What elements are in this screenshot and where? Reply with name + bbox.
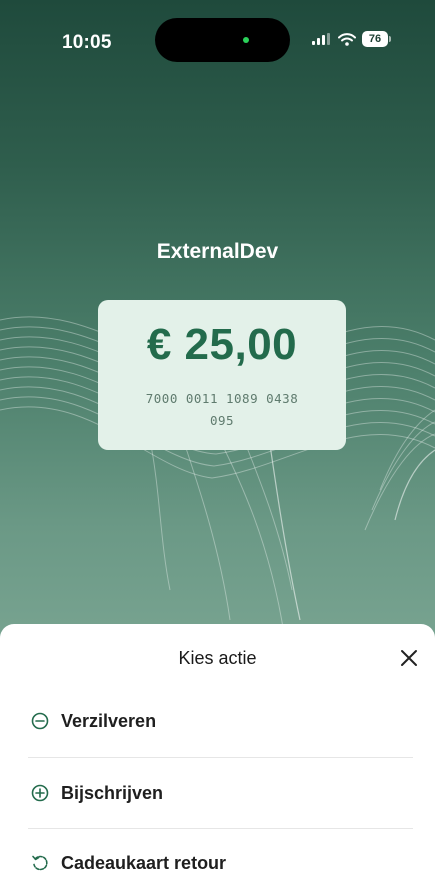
action-label: Bijschrijven (61, 782, 164, 803)
status-time: 10:05 (62, 32, 112, 53)
status-bar: 10:05 76 (0, 0, 435, 90)
action-sheet: Kies actie Verzilveren Bijschrijven Cade… (0, 624, 435, 892)
action-verzilveren[interactable]: Verzilveren (28, 686, 413, 756)
gift-card: € 25,00 7000 0011 1089 0438 095 (98, 300, 346, 450)
plus-circle-icon (31, 784, 49, 802)
app-screen: 10:05 76 ExternalDev € 25,00 7000 0011 1… (0, 0, 435, 892)
card-number: 7000 0011 1089 0438 095 (118, 388, 326, 432)
minus-circle-icon (31, 712, 49, 730)
sheet-title: Kies actie (178, 648, 257, 668)
card-balance: € 25,00 (146, 320, 298, 369)
dynamic-island (155, 18, 290, 62)
camera-indicator-icon (243, 37, 249, 43)
undo-icon (31, 854, 49, 872)
battery-level: 76 (368, 33, 382, 45)
merchant-name: ExternalDev (156, 240, 279, 263)
action-label: Cadeaukaart retour (61, 852, 227, 873)
close-icon (401, 650, 417, 666)
action-label: Verzilveren (61, 710, 157, 731)
wifi-icon (338, 32, 356, 46)
close-button[interactable] (397, 646, 421, 670)
battery-icon: 76 (362, 31, 391, 47)
card-number-line1: 7000 0011 1089 0438 (145, 391, 299, 406)
action-cadeaukaart-retour[interactable]: Cadeaukaart retour (28, 828, 413, 892)
action-bijschrijven[interactable]: Bijschrijven (28, 758, 413, 828)
card-number-line2: 095 (209, 413, 235, 428)
status-icons: 76 (312, 31, 391, 47)
gift-card-hero: 10:05 76 ExternalDev € 25,00 7000 0011 1… (0, 0, 435, 660)
cellular-signal-icon (312, 33, 332, 45)
